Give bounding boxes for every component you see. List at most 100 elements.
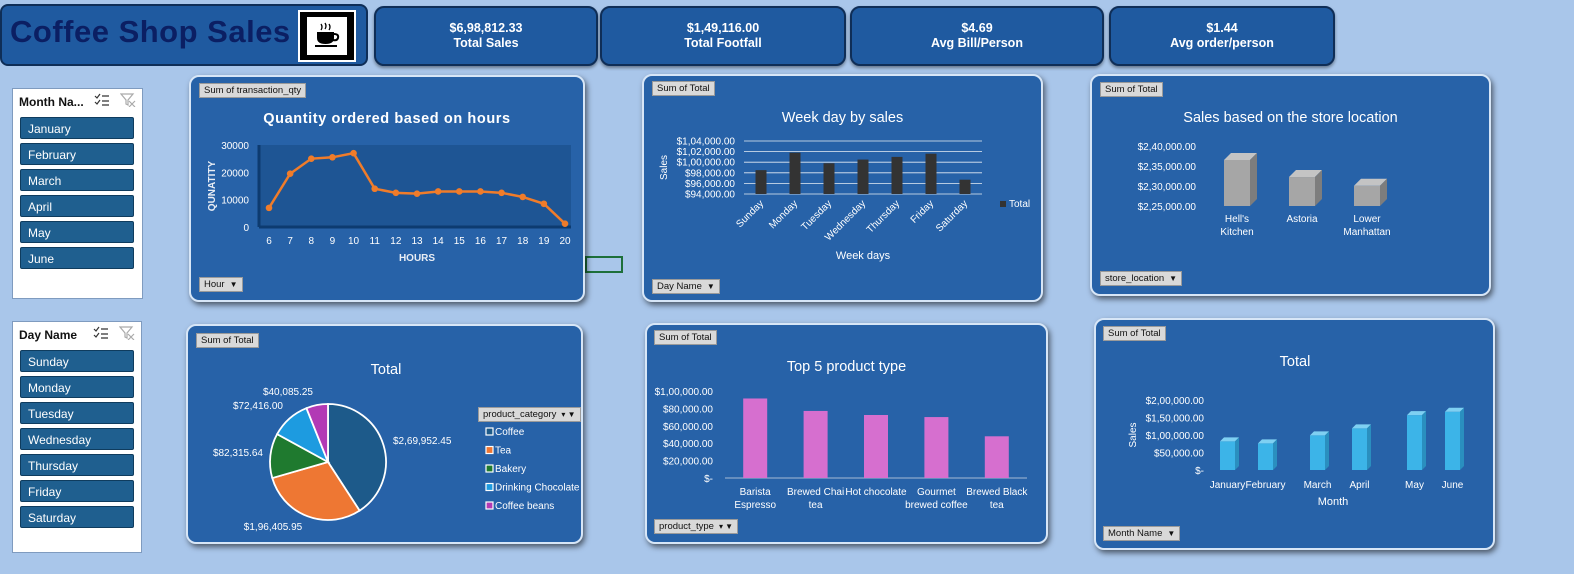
month-name-filter-button[interactable]: Month Name ▼: [1103, 526, 1181, 541]
data-point: [371, 185, 379, 193]
legend-label: Drinking Chocolate: [495, 483, 580, 494]
data-point: [519, 193, 527, 201]
bar: [1224, 159, 1250, 206]
day-name-filter-button[interactable]: Day Name ▼: [652, 279, 720, 294]
y-tick-label: $1,02,000.00: [677, 147, 736, 158]
bar: [1445, 411, 1460, 470]
slicer-item-sunday[interactable]: Sunday: [20, 350, 134, 372]
product-category-filter-button[interactable]: product_category ▾ ▼: [478, 407, 581, 422]
bar: [1289, 177, 1315, 206]
bar: [1310, 435, 1325, 470]
x-tick-label: 18: [517, 236, 529, 247]
legend-label: Total: [1009, 199, 1030, 210]
x-tick-label: 8: [309, 236, 315, 247]
data-label: $72,416.00: [233, 401, 283, 412]
month-bar-chart: $2,00,000.00 $1,50,000.00 $1,00,000.00 $50,…: [1128, 396, 1464, 508]
y-axis-title: Sales: [1128, 422, 1139, 447]
x-tick-label: April: [1349, 480, 1369, 491]
y-tick-label: $2,00,000.00: [1146, 396, 1205, 407]
bar: [984, 436, 1009, 478]
x-tick-label: Monday: [767, 198, 800, 231]
legend-swatch: [485, 464, 494, 473]
x-tick-label: Lower Manhattan: [1343, 214, 1390, 238]
data-point: [540, 200, 548, 208]
product-type-filter-button[interactable]: product_type ▾ ▼: [654, 519, 739, 534]
product-bar-chart: $1,00,000.00 $80,000.00 $60,000.00 $40,000.…: [655, 387, 1029, 511]
slicer-item-april[interactable]: April: [20, 195, 134, 217]
plot-area: [259, 145, 571, 227]
kpi-value: $4.69: [961, 21, 993, 35]
data-label: $82,315.64: [213, 448, 263, 459]
slicer-title: Month Na...: [19, 95, 84, 109]
bar: [803, 410, 828, 478]
kpi-label: Avg Bill/Person: [931, 36, 1023, 50]
dropdown-icon: ▼: [229, 280, 238, 289]
x-tick-label: 11: [370, 236, 381, 247]
filter-label: store_location: [1105, 273, 1165, 284]
multi-select-icon[interactable]: [94, 93, 110, 107]
x-tick-label: 17: [496, 236, 508, 247]
slicer-item-march[interactable]: March: [20, 169, 134, 191]
x-tick-label: Sunday: [734, 198, 766, 230]
y-tick-label: $-: [704, 474, 713, 485]
y-axis-title: Sales: [659, 155, 670, 180]
y-tick-label: $1,04,000.00: [677, 137, 736, 148]
x-tick-label: February: [1245, 480, 1285, 491]
y-tick-label: $96,000.00: [685, 179, 735, 190]
category-chart-panel: Sum of Total Total $2,69,952.45 $1,96,405…: [186, 324, 583, 544]
slicer-item-may[interactable]: May: [20, 221, 134, 243]
bar: [1354, 185, 1380, 206]
coffee-cup-icon: [298, 10, 356, 62]
store-chart-panel: Sum of Total Sales based on the store lo…: [1090, 74, 1491, 296]
slicer-item-saturday[interactable]: Saturday: [20, 506, 134, 528]
data-point: [392, 189, 400, 197]
store-location-filter-button[interactable]: store_location ▼: [1100, 271, 1183, 286]
data-point: [286, 170, 294, 177]
day-slicer: Day Name Sunday Monday Tuesday Wednesday…: [12, 321, 142, 553]
kpi-avg-bill: $4.69 Avg Bill/Person: [850, 6, 1104, 66]
x-axis-title: Month: [1318, 496, 1349, 508]
x-axis-title: HOURS: [399, 253, 435, 264]
x-tick-label: Friday: [909, 198, 936, 225]
y-axis-title: QUNATITY: [207, 160, 218, 211]
bar: [743, 398, 768, 478]
slicer-item-friday[interactable]: Friday: [20, 480, 134, 502]
filter-label: Day Name: [657, 281, 702, 292]
slicer-item-tuesday[interactable]: Tuesday: [20, 402, 134, 424]
slicer-title: Day Name: [19, 328, 78, 342]
weekday-chart-panel: Sum of Total Week day by sales $1,04,000…: [642, 74, 1043, 302]
data-point: [561, 220, 569, 228]
clear-filter-icon[interactable]: [119, 326, 135, 340]
slicer-item-january[interactable]: January: [20, 117, 134, 139]
data-label: $2,69,952.45: [393, 436, 452, 447]
data-point: [413, 190, 421, 197]
x-tick-label: May: [1405, 480, 1424, 491]
x-tick-label: June: [1442, 480, 1464, 491]
month-slicer: Month Na... January February March April…: [12, 88, 143, 299]
hour-filter-button[interactable]: Hour ▼: [199, 277, 243, 292]
x-tick-label: Saturday: [934, 198, 970, 234]
data-point: [350, 149, 357, 157]
x-tick-label: Thursday: [865, 198, 902, 235]
slicer-item-monday[interactable]: Monday: [20, 376, 134, 398]
slicer-item-wednesday[interactable]: Wednesday: [20, 428, 134, 450]
hours-chart-panel: Sum of transaction_qty Quantity ordered …: [189, 75, 585, 302]
slicer-item-june[interactable]: June: [20, 247, 134, 269]
y-tick-label: $-: [1195, 466, 1204, 477]
clear-filter-icon[interactable]: [120, 93, 136, 107]
data-point: [307, 155, 315, 162]
category-pie-chart: $2,69,952.45 $1,96,405.95 $82,315.64 $72,41…: [213, 387, 580, 533]
slicer-item-february[interactable]: February: [20, 143, 134, 165]
data-point: [434, 188, 442, 195]
bar: [1258, 443, 1273, 470]
kpi-label: Total Sales: [453, 36, 519, 50]
y-tick-label: $1,50,000.00: [1146, 414, 1205, 425]
data-point: [329, 154, 336, 161]
bar: [1407, 415, 1422, 470]
selected-cell[interactable]: [585, 256, 623, 273]
y-tick-label: 30000: [221, 141, 249, 152]
x-tick-label: January: [1210, 480, 1246, 491]
bar: [891, 156, 903, 194]
slicer-item-thursday[interactable]: Thursday: [20, 454, 134, 476]
multi-select-icon[interactable]: [93, 326, 109, 340]
